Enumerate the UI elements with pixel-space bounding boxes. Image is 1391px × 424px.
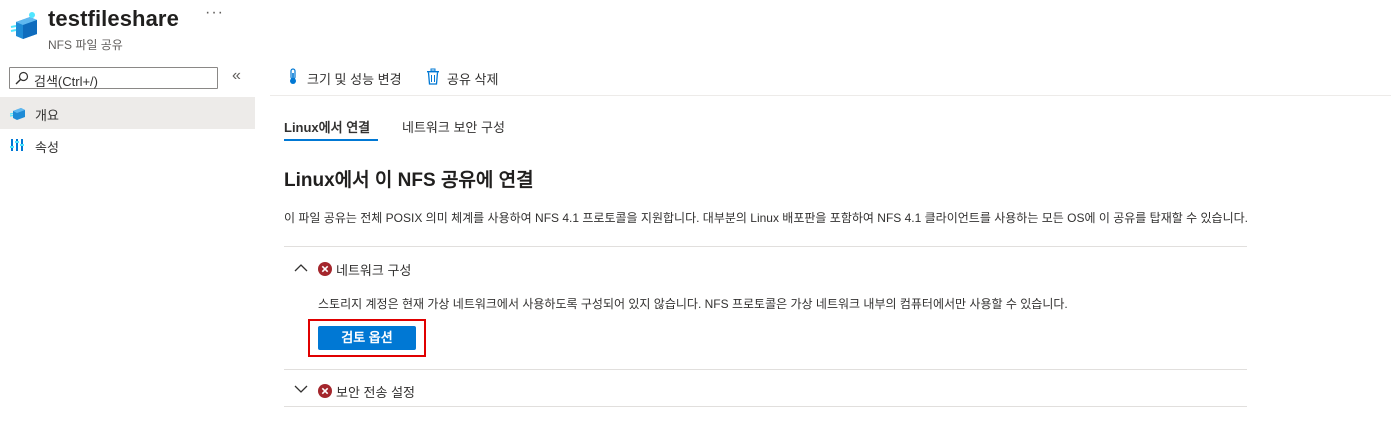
search-icon <box>15 71 29 85</box>
sidebar-item-overview[interactable]: 개요 <box>0 97 255 129</box>
active-tab-indicator <box>284 139 378 141</box>
error-icon <box>318 262 332 276</box>
tab-connect-linux[interactable]: Linux에서 연결 <box>284 117 370 136</box>
sidebar-item-label: 속성 <box>35 140 59 155</box>
more-options-button[interactable]: ··· <box>205 4 224 22</box>
sidebar-item-properties[interactable]: 속성 <box>0 129 255 161</box>
properties-icon <box>10 139 24 151</box>
chevron-down-icon[interactable] <box>294 384 308 394</box>
overview-icon <box>10 108 25 120</box>
toolbar-divider <box>270 95 1391 96</box>
sidebar-item-label: 개요 <box>35 108 59 123</box>
resize-performance-button[interactable]: 크기 및 성능 변경 <box>286 66 416 88</box>
page-title: testfileshare <box>48 6 179 31</box>
search-placeholder: 검색(Ctrl+/) <box>34 74 98 89</box>
review-options-button[interactable]: 검토 옵션 <box>318 326 416 350</box>
file-share-icon <box>10 12 37 39</box>
error-icon <box>318 384 332 398</box>
accordion-secure-transfer[interactable]: 보안 전송 설정 <box>336 382 415 401</box>
thermometer-icon <box>290 68 296 84</box>
divider <box>284 369 1247 370</box>
accordion-network-config[interactable]: 네트워크 구성 <box>336 260 411 279</box>
tab-network-security[interactable]: 네트워크 보안 구성 <box>402 117 505 136</box>
resize-performance-label: 크기 및 성능 변경 <box>307 72 402 87</box>
page-subtitle: NFS 파일 공유 <box>48 38 123 52</box>
delete-share-label: 공유 삭제 <box>447 72 499 87</box>
section-title: Linux에서 이 NFS 공유에 연결 <box>284 170 534 191</box>
delete-share-button[interactable]: 공유 삭제 <box>426 66 516 88</box>
divider <box>284 406 1247 407</box>
chevron-up-icon[interactable] <box>294 263 308 273</box>
trash-icon <box>427 68 439 85</box>
divider <box>284 246 1247 247</box>
section-description: 이 파일 공유는 전체 POSIX 의미 체계를 사용하여 NFS 4.1 프로… <box>284 211 1248 225</box>
search-input[interactable]: 검색(Ctrl+/) <box>9 67 218 89</box>
network-config-message: 스토리지 계정은 현재 가상 네트워크에서 사용하도록 구성되어 있지 않습니다… <box>318 297 1068 311</box>
collapse-sidebar-button[interactable]: « <box>232 67 241 85</box>
